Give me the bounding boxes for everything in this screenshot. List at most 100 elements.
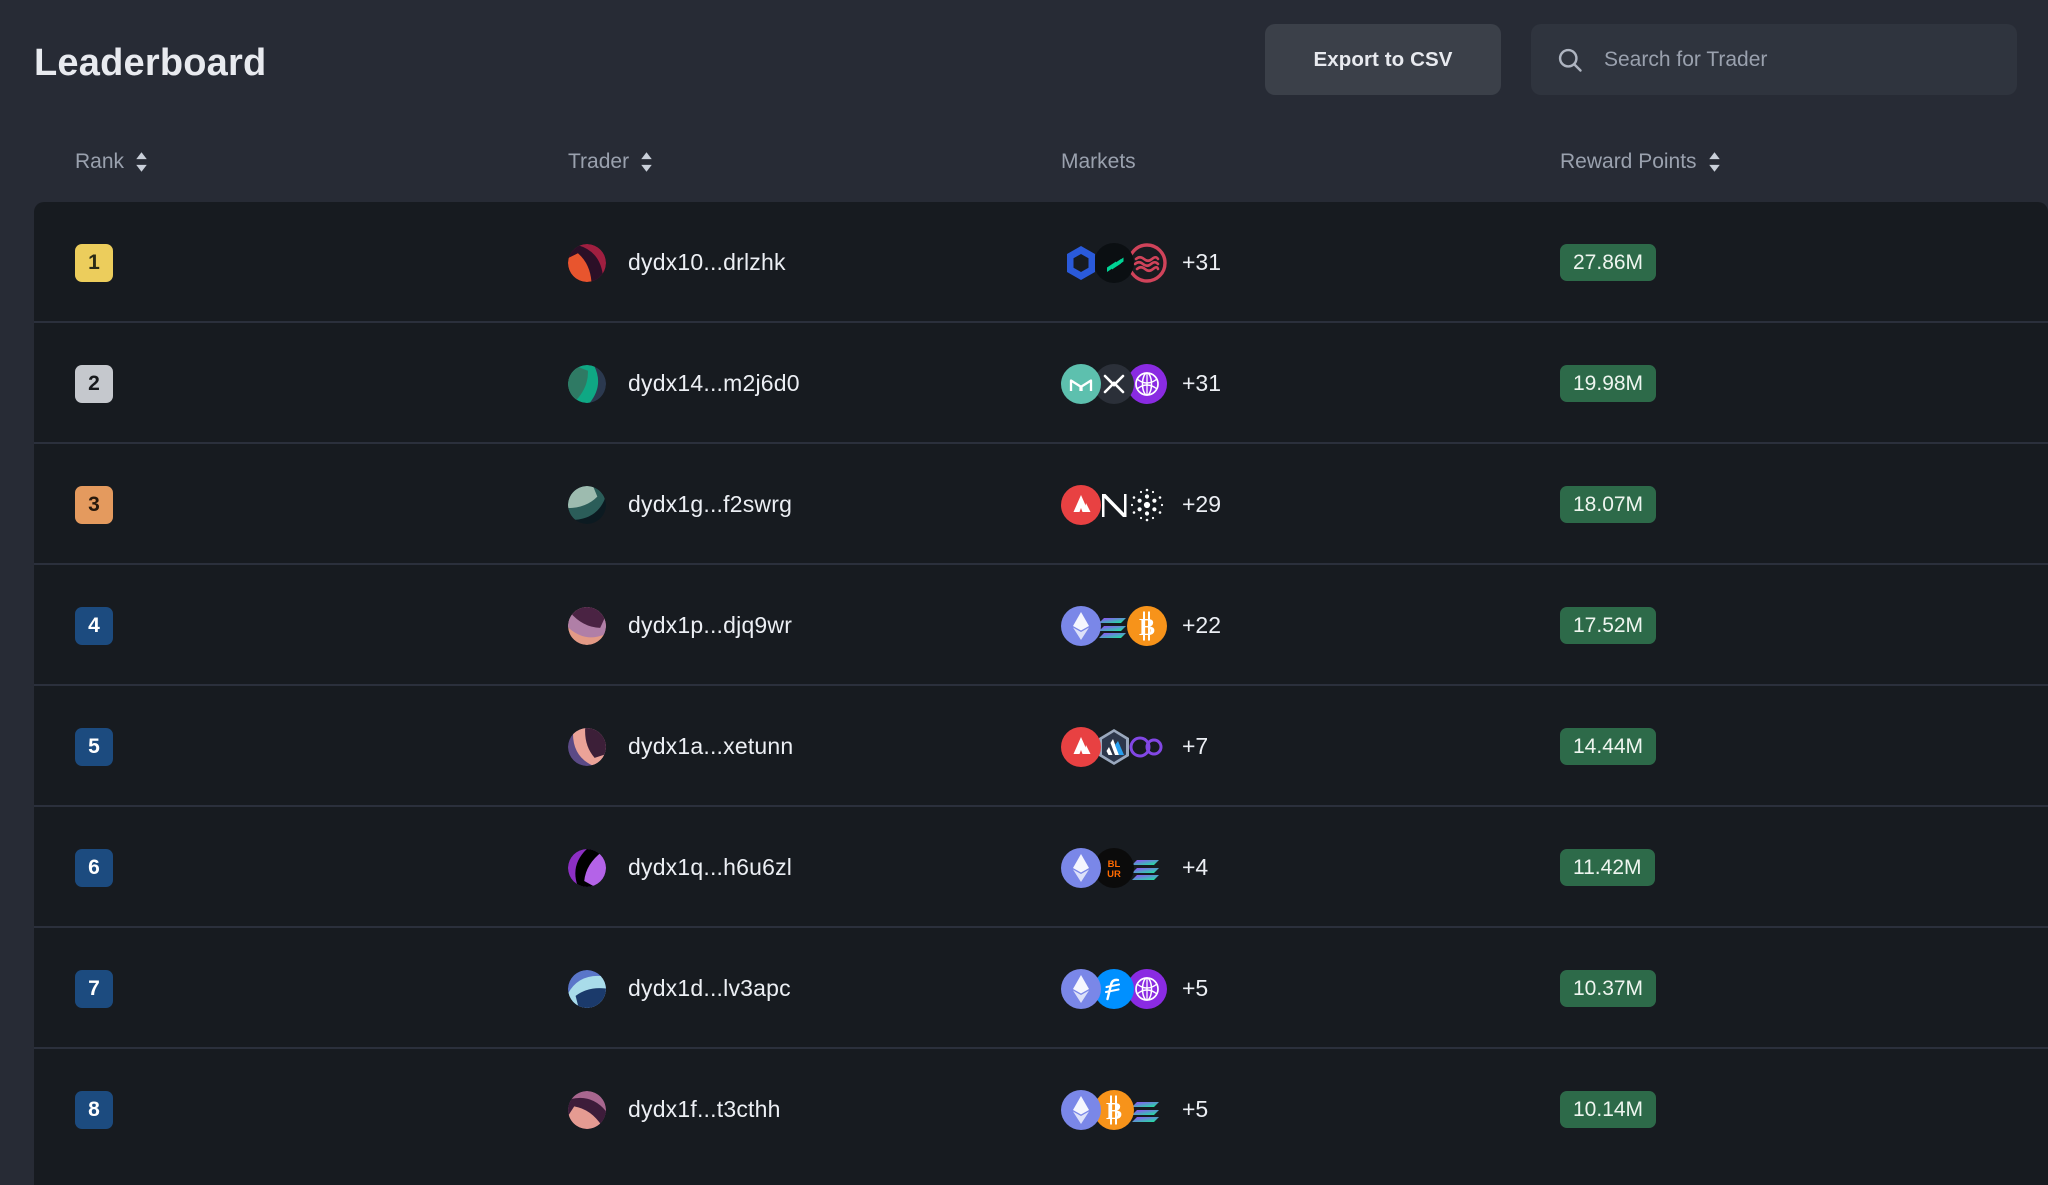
column-header-trader[interactable]: Trader [568, 150, 653, 174]
trader-cell[interactable]: dydx14...m2j6d0 [568, 323, 800, 444]
trader-name: dydx10...drlzhk [628, 249, 786, 276]
trader-name: dydx1g...f2swrg [628, 491, 792, 518]
rank-badge: 5 [75, 728, 113, 766]
search-box[interactable] [1531, 24, 2017, 95]
table-row[interactable]: 3 dydx1g...f2swrg +29 18.07M [34, 444, 2048, 565]
trader-cell[interactable]: dydx1f...t3cthh [568, 1049, 781, 1170]
rank-badge: 3 [75, 486, 113, 524]
export-to-csv-button[interactable]: Export to CSV [1265, 24, 1501, 95]
reward-points-badge: 27.86M [1560, 244, 1656, 281]
trader-cell[interactable]: dydx1a...xetunn [568, 686, 793, 807]
trader-name: dydx1q...h6u6zl [628, 854, 792, 881]
table-row[interactable]: 4 dydx1p...djq9wr B +22 17.52M [34, 565, 2048, 686]
rank-badge: 1 [75, 244, 113, 282]
table-row[interactable]: 5 dydx1a...xetunn +7 14.44M [34, 686, 2048, 807]
svg-text:B: B [1106, 1099, 1122, 1125]
trader-cell[interactable]: dydx1q...h6u6zl [568, 807, 792, 928]
search-icon [1556, 46, 1584, 74]
trader-cell[interactable]: dydx1p...djq9wr [568, 565, 792, 686]
reward-points-cell: 17.52M [1560, 565, 1656, 686]
svg-text:B: B [1139, 615, 1155, 641]
leaderboard-table: 1 dydx10...drlzhk +31 27.86M 2 [34, 202, 2048, 1185]
table-row[interactable]: 6 dydx1q...h6u6zl BLUR +4 11.42M [34, 807, 2048, 928]
reward-points-badge: 19.98M [1560, 365, 1656, 402]
reward-points-cell: 10.14M [1560, 1049, 1656, 1170]
trader-cell[interactable]: dydx1g...f2swrg [568, 444, 792, 565]
rank-cell: 6 [75, 807, 113, 928]
reward-points-cell: 19.98M [1560, 323, 1656, 444]
page-title: Leaderboard [34, 42, 266, 85]
rank-cell: 8 [75, 1049, 113, 1170]
svg-text:UR: UR [1107, 869, 1121, 880]
reward-points-badge: 11.42M [1560, 849, 1655, 886]
column-headers: Rank Trader Markets Reward Points [0, 150, 2048, 205]
trader-cell[interactable]: dydx10...drlzhk [568, 202, 786, 323]
markets-overflow-count: +31 [1182, 370, 1221, 397]
markets-overflow-count: +22 [1182, 612, 1221, 639]
table-body: 1 dydx10...drlzhk +31 27.86M 2 [34, 202, 2048, 1170]
table-row[interactable]: 1 dydx10...drlzhk +31 27.86M [34, 202, 2048, 323]
column-header-reward-points-label: Reward Points [1560, 150, 1697, 174]
trader-name: dydx1p...djq9wr [628, 612, 792, 639]
reward-points-cell: 27.86M [1560, 202, 1656, 323]
avatar [568, 728, 606, 766]
reward-points-badge: 10.37M [1560, 970, 1656, 1007]
table-row[interactable]: 8 dydx1f...t3cthh B +5 10.14M [34, 1049, 2048, 1170]
table-row[interactable]: 2 dydx14...m2j6d0 +31 19.98M [34, 323, 2048, 444]
top-bar: Leaderboard Export to CSV [0, 0, 2048, 132]
rank-badge: 6 [75, 849, 113, 887]
trader-name: dydx1f...t3cthh [628, 1096, 781, 1123]
search-input[interactable] [1604, 48, 2017, 72]
rank-cell: 3 [75, 444, 113, 565]
market-icon-ethereum [1061, 1090, 1101, 1130]
rank-badge: 2 [75, 365, 113, 403]
reward-points-cell: 18.07M [1560, 444, 1656, 565]
markets-cell: +31 [1061, 202, 1221, 323]
market-icon-group [1061, 364, 1160, 404]
markets-overflow-count: +5 [1182, 1096, 1208, 1123]
markets-overflow-count: +29 [1182, 491, 1221, 518]
markets-cell: +29 [1061, 444, 1221, 565]
markets-cell: BLUR +4 [1061, 807, 1208, 928]
leaderboard-page: Leaderboard Export to CSV Rank [0, 0, 2048, 1185]
rank-badge: 8 [75, 1091, 113, 1129]
avatar [568, 486, 606, 524]
sort-icon [1708, 151, 1721, 173]
reward-points-badge: 10.14M [1560, 1091, 1656, 1128]
column-header-reward-points[interactable]: Reward Points [1560, 150, 1721, 174]
reward-points-cell: 14.44M [1560, 686, 1656, 807]
markets-overflow-count: +4 [1182, 854, 1208, 881]
column-header-markets: Markets [1061, 150, 1136, 174]
market-icon-group [1061, 485, 1160, 525]
markets-cell: B +22 [1061, 565, 1221, 686]
reward-points-cell: 11.42M [1560, 807, 1655, 928]
avatar [568, 1091, 606, 1129]
markets-cell: +31 [1061, 323, 1221, 444]
market-icon-chainlink [1061, 243, 1101, 283]
trader-name: dydx14...m2j6d0 [628, 370, 800, 397]
reward-points-cell: 10.37M [1560, 928, 1656, 1049]
reward-points-badge: 18.07M [1560, 486, 1656, 523]
markets-overflow-count: +5 [1182, 975, 1208, 1002]
rank-badge: 4 [75, 607, 113, 645]
sort-icon [640, 151, 653, 173]
column-header-rank[interactable]: Rank [75, 150, 148, 174]
avatar [568, 244, 606, 282]
reward-points-badge: 14.44M [1560, 728, 1656, 765]
market-icon-group [1061, 243, 1160, 283]
rank-cell: 1 [75, 202, 113, 323]
market-icon-group: B [1061, 606, 1160, 646]
reward-points-badge: 17.52M [1560, 607, 1656, 644]
market-icon-group [1061, 969, 1160, 1009]
market-icon-group: B [1061, 1090, 1160, 1130]
table-row[interactable]: 7 dydx1d...lv3apc +5 10.37M [34, 928, 2048, 1049]
trader-name: dydx1d...lv3apc [628, 975, 791, 1002]
rank-cell: 7 [75, 928, 113, 1049]
rank-cell: 2 [75, 323, 113, 444]
market-icon-avalanche [1061, 727, 1101, 767]
market-icon-ethereum [1061, 969, 1101, 1009]
avatar [568, 849, 606, 887]
trader-cell[interactable]: dydx1d...lv3apc [568, 928, 791, 1049]
avatar [568, 970, 606, 1008]
rank-badge: 7 [75, 970, 113, 1008]
